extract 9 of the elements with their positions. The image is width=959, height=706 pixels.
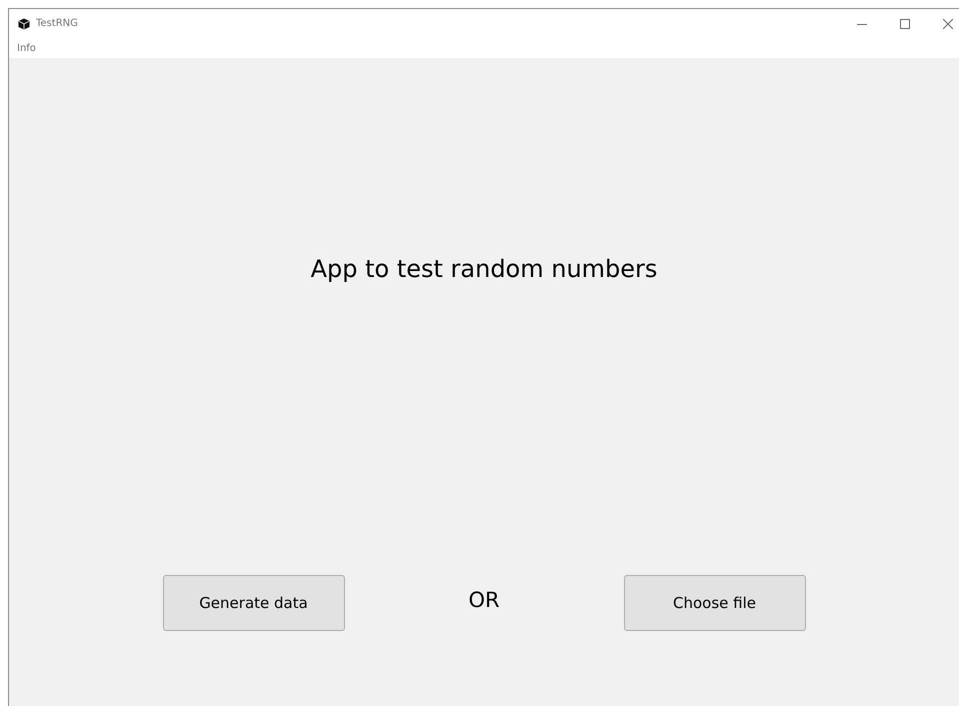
- close-icon[interactable]: [943, 18, 953, 28]
- menu-item[interactable]: Info: [17, 40, 36, 56]
- window-title: TestRNG: [36, 17, 78, 31]
- maximize-icon[interactable]: [900, 18, 910, 28]
- generate-data-button[interactable]: Generate data: [162, 575, 344, 631]
- heading: App to test random numbers: [310, 254, 658, 285]
- cube-icon: [18, 18, 30, 30]
- choose-file-button[interactable]: Choose file: [624, 575, 806, 631]
- or-label: OR: [467, 587, 501, 614]
